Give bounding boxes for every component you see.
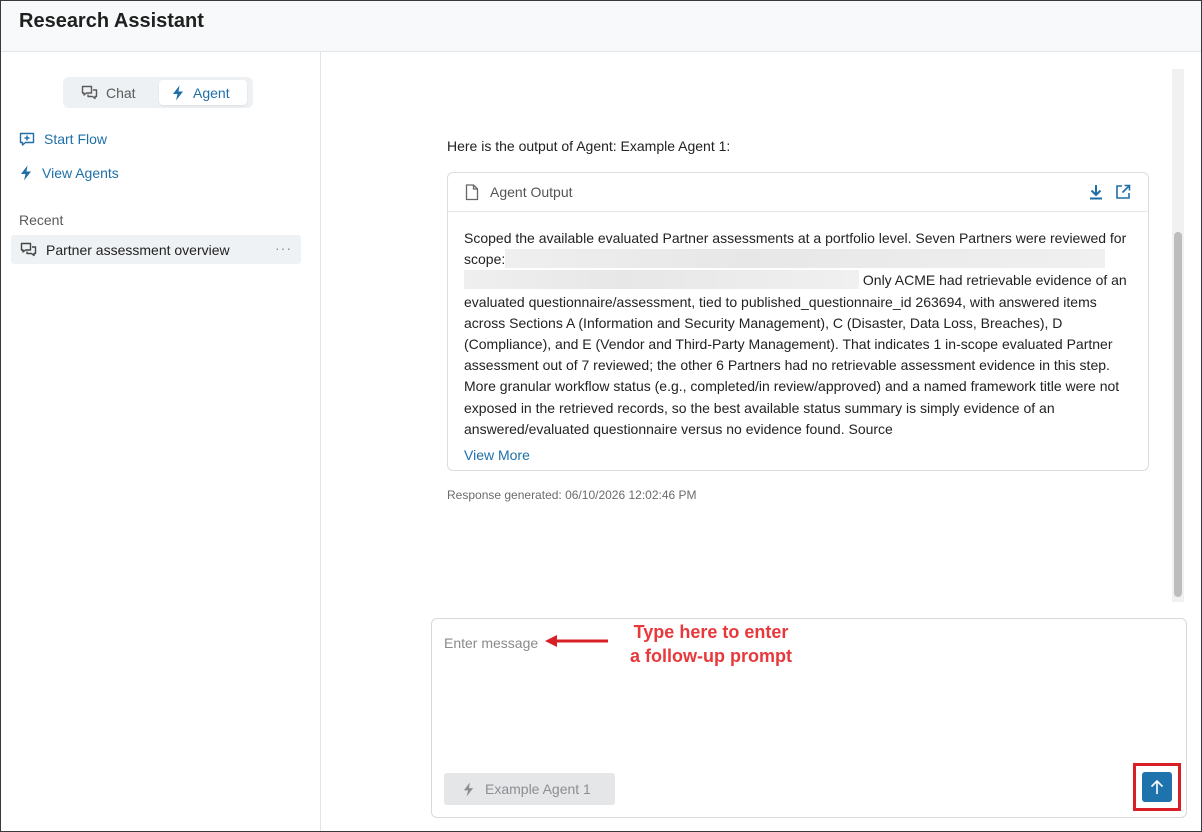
agent-intro-text: Here is the output of Agent: Example Age… [447,138,731,154]
response-timestamp: Response generated: 06/10/2026 12:02:46 … [447,488,697,502]
agent-output-card: Agent Output Scoped the available evalua… [447,172,1149,471]
message-composer: Example Agent 1 [431,618,1187,818]
view-agents-label: View Agents [42,165,119,181]
send-button-highlight [1133,763,1181,811]
main-panel: Here is the output of Agent: Example Age… [322,52,1201,831]
lightning-icon [173,85,183,100]
agent-mode-label: Agent [193,84,230,101]
conversation-scrollbar[interactable] [1172,69,1184,602]
scrollbar-thumb[interactable] [1174,232,1182,597]
view-agents-link[interactable]: View Agents [19,165,119,181]
redacted-region [505,249,1106,269]
recent-heading: Recent [19,212,64,228]
arrow-up-icon [1150,779,1164,794]
agent-output-text-part2: Only ACME had retrievable evidence of an… [464,272,1127,437]
add-box-icon [19,132,35,146]
more-options-icon[interactable]: ··· [275,240,292,256]
chat-mode-button[interactable]: Chat [67,80,157,105]
agent-mode-button[interactable]: Agent [159,80,247,105]
download-icon[interactable] [1089,184,1103,201]
document-icon [465,184,479,201]
chat-bubbles-icon [81,85,98,100]
agent-output-title: Agent Output [490,184,573,200]
sidebar: Chat Agent Start Flow View Agents Recent… [1,52,321,831]
recent-item-label: Partner assessment overview [46,241,230,258]
agent-output-header: Agent Output [448,173,1148,212]
lightning-icon [21,165,31,181]
annotation-arrow-icon [545,635,608,647]
annotation-callout: Type here to enter a follow-up prompt [616,620,806,668]
start-flow-label: Start Flow [44,131,108,147]
send-button[interactable] [1142,772,1172,802]
agent-output-text: Scoped the available evaluated Partner a… [464,228,1136,437]
lightning-icon [463,782,474,796]
app-title: Research Assistant [19,10,204,32]
selected-agent-label: Example Agent 1 [485,781,591,797]
selected-agent-chip[interactable]: Example Agent 1 [444,773,615,805]
chat-bubbles-icon [20,242,37,257]
mode-toggle: Chat Agent [63,77,253,108]
open-external-icon[interactable] [1115,184,1131,200]
chat-mode-label: Chat [106,84,136,101]
annotation-line-1: Type here to enter [633,622,789,642]
view-more-link[interactable]: View More [464,447,530,463]
annotation-line-2: a follow-up prompt [630,646,792,666]
recent-conversation-item[interactable]: Partner assessment overview ··· [11,235,301,264]
redacted-region [464,270,859,290]
app-header: Research Assistant [1,1,1201,52]
start-flow-link[interactable]: Start Flow [19,131,107,147]
